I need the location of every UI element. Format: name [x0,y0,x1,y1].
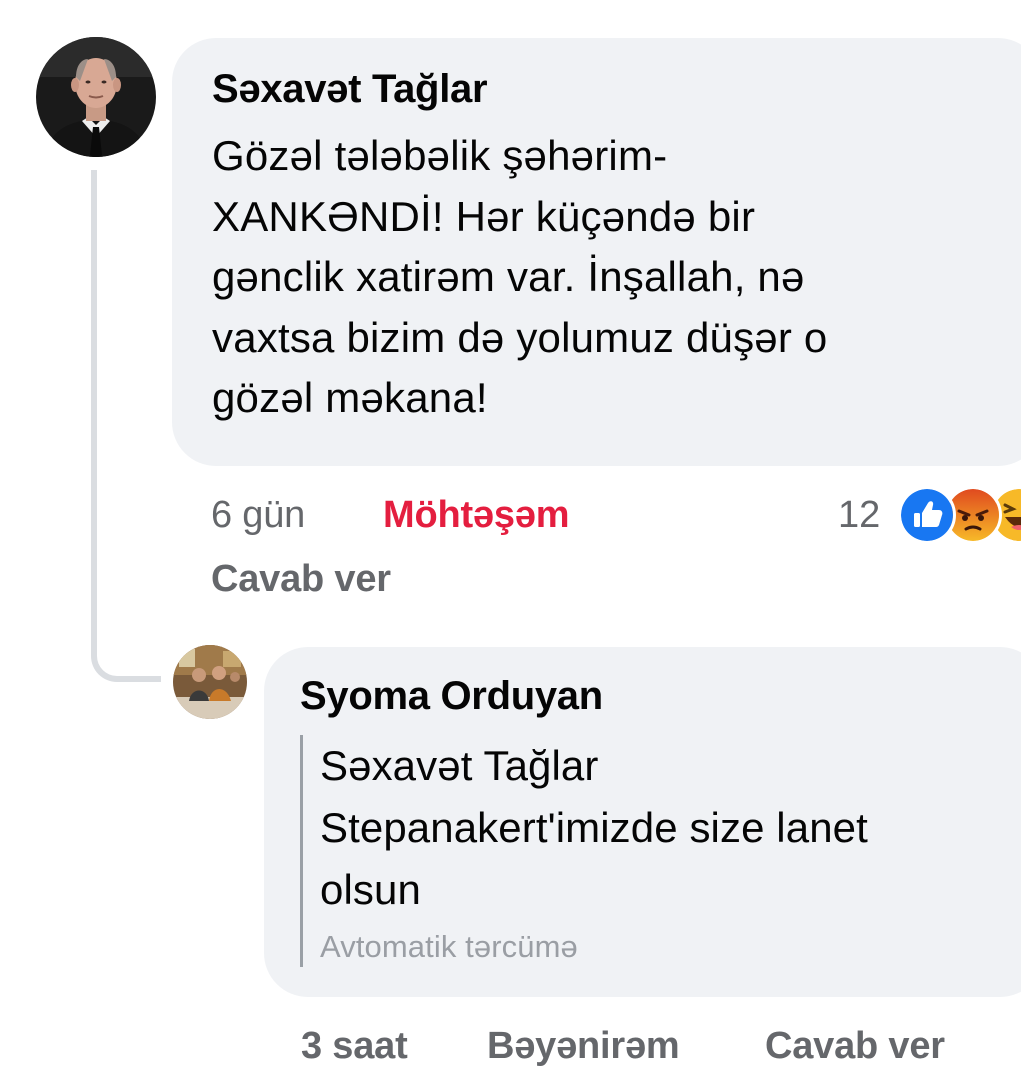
like-button[interactable]: Bəyənirəm [487,1023,680,1069]
avatar[interactable] [36,37,156,157]
reply-text-line: Stepanakert'imizde size lanet [320,804,868,851]
reply-button[interactable]: Cavab ver [765,1023,945,1069]
like-icon [898,486,956,544]
reply-text: Səxavət Tağlar Stepanakert'imizde size l… [300,735,1008,967]
reply-author[interactable]: Syoma Orduyan [300,671,1008,721]
avatar[interactable] [173,645,247,719]
comment-bubble: Səxavət Tağlar Gözəl tələbəlik şəhərim- … [172,38,1021,466]
comment-timestamp[interactable]: 6 gün [211,492,305,538]
thread-connector-line [91,170,161,682]
auto-translate-link[interactable]: Avtomatik tərcümə [320,927,1008,967]
reaction-button[interactable]: Möhtəşəm [383,492,570,538]
reaction-summary[interactable] [898,486,1021,544]
reply-mention[interactable]: Səxavət Tağlar [320,735,1008,797]
comment-text: Gözəl tələbəlik şəhərim- XANKƏNDİ! Hər k… [212,126,992,429]
comment-text-line: XANKƏNDİ! Hər küçəndə bir [212,192,756,240]
reply-text-line: olsun [320,866,421,913]
comment-text-line: vaxtsa bizim də yolumuz düşər o [212,313,828,361]
reaction-count[interactable]: 12 [838,492,880,538]
reply-timestamp[interactable]: 3 saat [301,1023,408,1069]
comment-text-line: Gözəl tələbəlik şəhərim- [212,132,668,179]
comment-text-line: gözəl məkana! [212,374,488,421]
reply-bubble: Syoma Orduyan Səxavət Tağlar Stepanakert… [264,647,1021,997]
reply-button[interactable]: Cavab ver [211,556,391,602]
comment-author[interactable]: Səxavət Tağlar [212,64,1002,114]
comment-text-line: gənclik xatirəm var. İnşallah, nə [212,253,805,300]
